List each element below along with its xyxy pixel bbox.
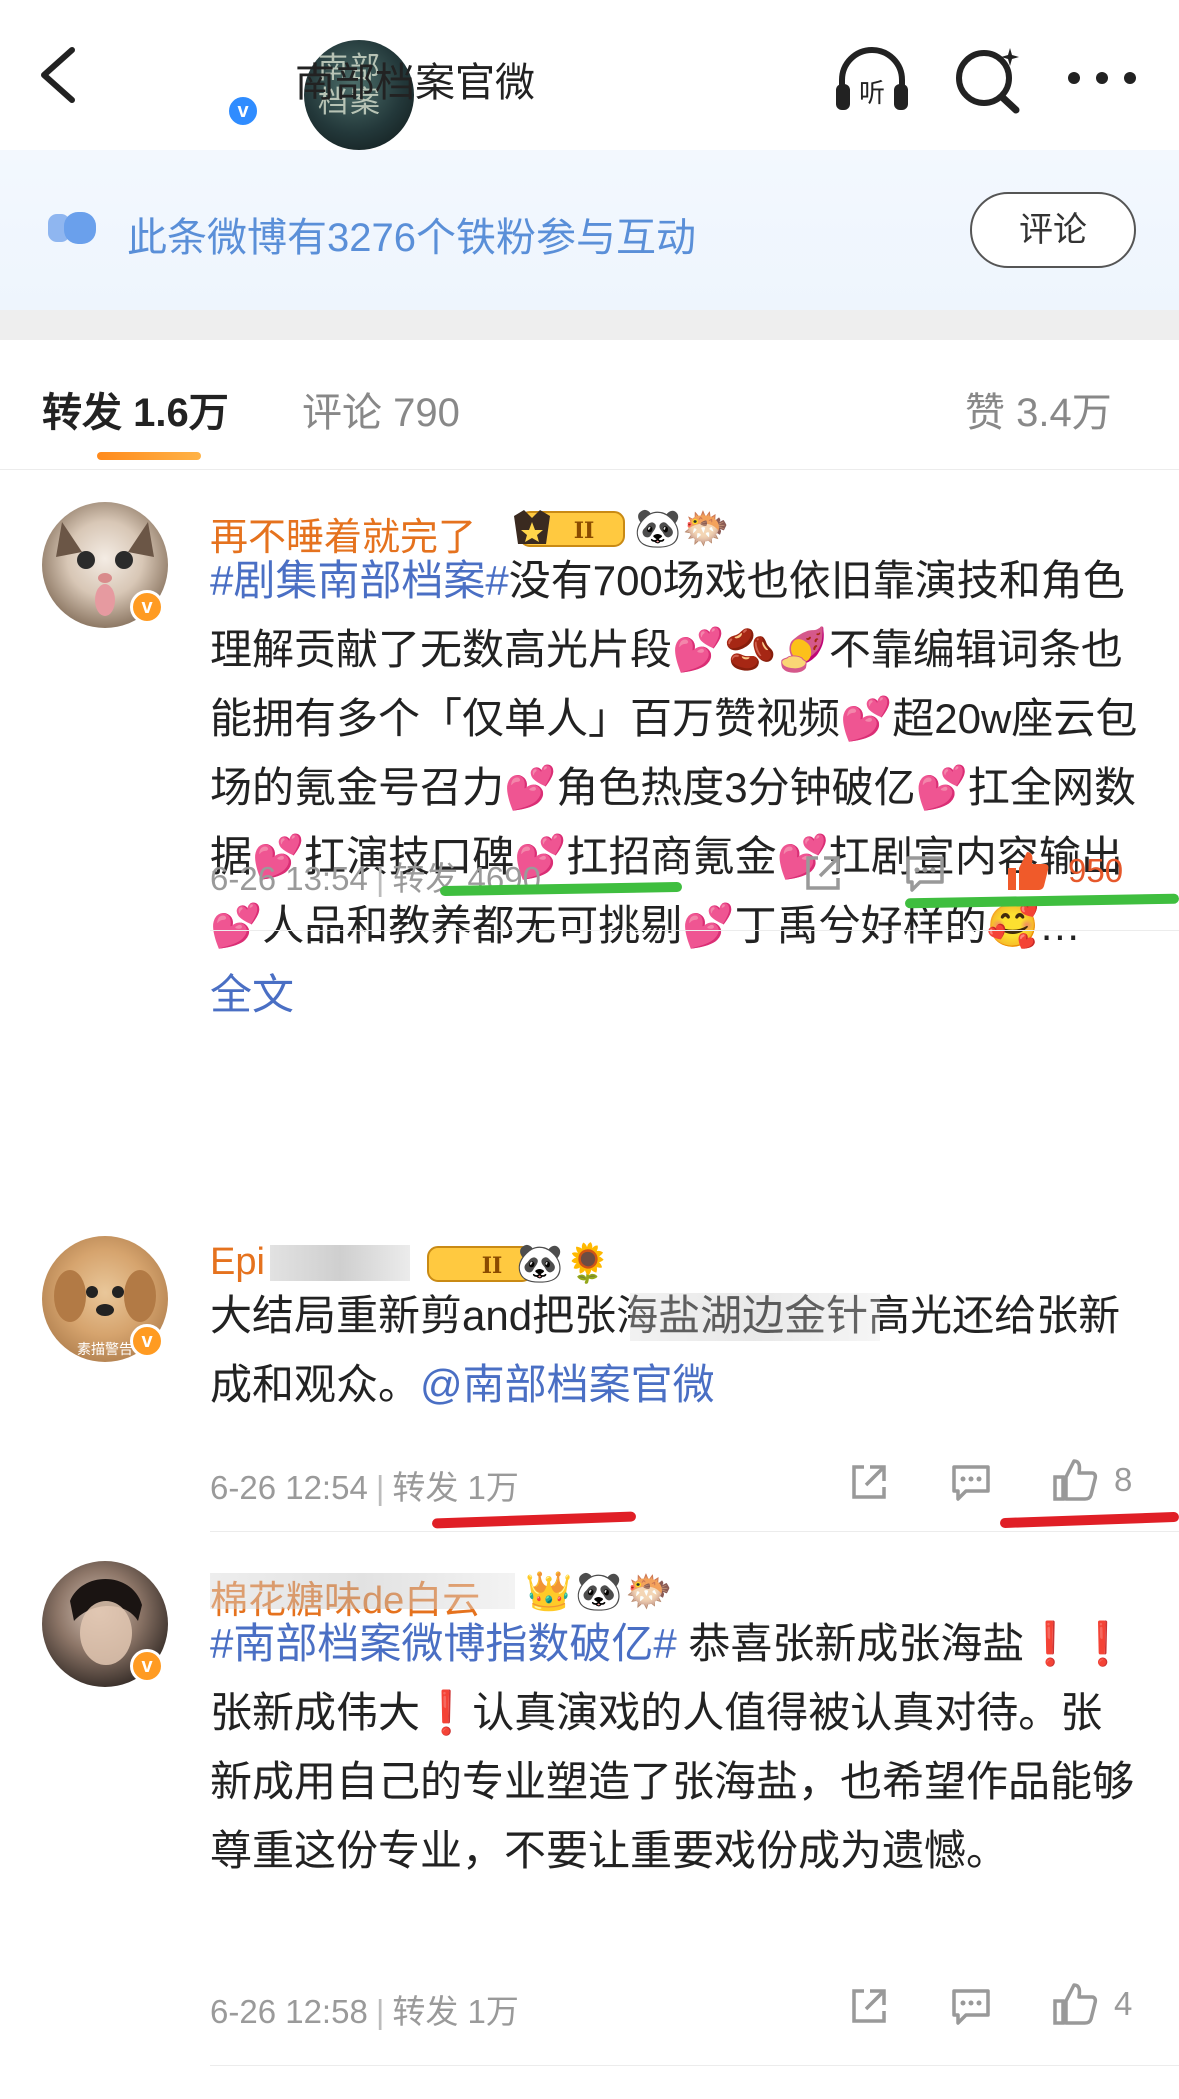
repost-count[interactable]: 转发 1万 [392, 1993, 519, 2030]
pufferfish-badge-icon: 🐡 [625, 1569, 673, 1613]
tab-repost[interactable]: 转发 1.6万 [42, 380, 229, 438]
repost-count[interactable]: 转发 1万 [392, 1469, 519, 1506]
comment-time: 6-26 12:54 [210, 1469, 368, 1506]
verified-badge-icon: v [130, 1649, 164, 1683]
panda-badge-icon: 🐼 [634, 506, 682, 550]
comment-divider [210, 930, 1179, 931]
tab-like[interactable]: 赞 3.4万 [965, 380, 1112, 438]
comment-icon[interactable] [948, 1459, 994, 1505]
tab-active-indicator [97, 452, 201, 460]
full-text-link[interactable]: 全文 [210, 971, 294, 1018]
pufferfish-badge-icon: 🐡 [682, 506, 730, 550]
panda-badge-icon: 🐼 [516, 1241, 564, 1285]
banner-comment-button[interactable]: 评论 [970, 192, 1136, 268]
hashtag-link[interactable]: #剧集南部档案# [210, 557, 509, 604]
verified-badge-icon: v [130, 590, 164, 624]
svg-text:II: II [482, 1253, 503, 1279]
comment-time: 6-26 12:58 [210, 1993, 368, 2030]
hashtag-link[interactable]: #南部档案微博指数破亿# [210, 1620, 677, 1667]
comment-text: #南部档案微博指数破亿# 恭喜张新成张海盐❗️❗️张新成伟大❗️认真演戏的人值得… [210, 1609, 1140, 1885]
redaction-mosaic [210, 1573, 515, 1609]
avatar[interactable]: 素描警告 v [42, 1236, 168, 1362]
annotation-underline [431, 1511, 637, 1529]
redaction-mosaic [630, 1293, 880, 1341]
comment-username[interactable]: Epi [210, 1241, 265, 1284]
share-icon[interactable] [846, 1459, 892, 1505]
top-bar: 南部档案 v 南部档案官微 听 [0, 0, 1179, 150]
vip-crown-badge-icon: II [514, 510, 625, 547]
listen-label: 听 [859, 78, 885, 108]
comment-time: 6-26 13:54 [210, 860, 368, 897]
fans-icon [48, 212, 96, 244]
panda-badge-icon: 🐼 [575, 1569, 623, 1613]
avatar[interactable]: v [42, 1561, 168, 1687]
verified-badge-icon: v [130, 1324, 164, 1358]
comment-meta: 6-26 12:54 | 转发 1万 [210, 1469, 519, 1506]
annotation-underline [999, 1511, 1179, 1529]
verified-badge-icon: v [226, 94, 260, 128]
avatar[interactable]: v [42, 502, 168, 628]
comment-divider [210, 2065, 1179, 2066]
like-icon[interactable] [1052, 1457, 1098, 1503]
mention-link[interactable]: @南部档案官微 [420, 1361, 715, 1408]
comment-text: #剧集南部档案#没有700场戏也依旧靠演技和角色理解贡献了无数高光片段💕🫘🍠不靠… [210, 546, 1140, 1029]
svg-text:II: II [574, 518, 595, 544]
search-icon[interactable] [948, 40, 1028, 120]
listen-icon[interactable]: 听 [832, 40, 912, 120]
tab-comment[interactable]: 评论 790 [302, 380, 460, 438]
back-arrow-icon[interactable] [30, 40, 90, 110]
like-icon[interactable] [1005, 848, 1051, 894]
share-icon[interactable] [846, 1983, 892, 2029]
share-icon[interactable] [800, 850, 846, 896]
comment-meta: 6-26 12:58 | 转发 1万 [210, 1993, 519, 2030]
redaction-mosaic [270, 1245, 410, 1281]
sunflower-badge-icon: 🌻 [564, 1241, 612, 1285]
account-avatar[interactable]: 南部档案 v [152, 20, 414, 150]
section-divider [0, 310, 1179, 340]
banner-text: 此条微博有3276个铁粉参与互动 [127, 216, 696, 260]
svg-text:素描警告: 素描警告 [77, 1341, 133, 1357]
like-count: 4 [1114, 1985, 1133, 2022]
comment-icon[interactable] [948, 1983, 994, 2029]
like-icon[interactable] [1052, 1981, 1098, 2027]
tab-bar: 转发 1.6万 评论 790 赞 3.4万 [0, 340, 1179, 470]
like-count: 950 [1068, 852, 1124, 889]
comment-divider [210, 1531, 1179, 1532]
crown-badge-icon: 👑 [525, 1569, 573, 1613]
comment-icon[interactable] [902, 850, 948, 896]
more-icon[interactable] [1062, 40, 1142, 120]
account-name[interactable]: 南部档案官微 [295, 50, 535, 108]
like-count: 8 [1114, 1461, 1133, 1498]
